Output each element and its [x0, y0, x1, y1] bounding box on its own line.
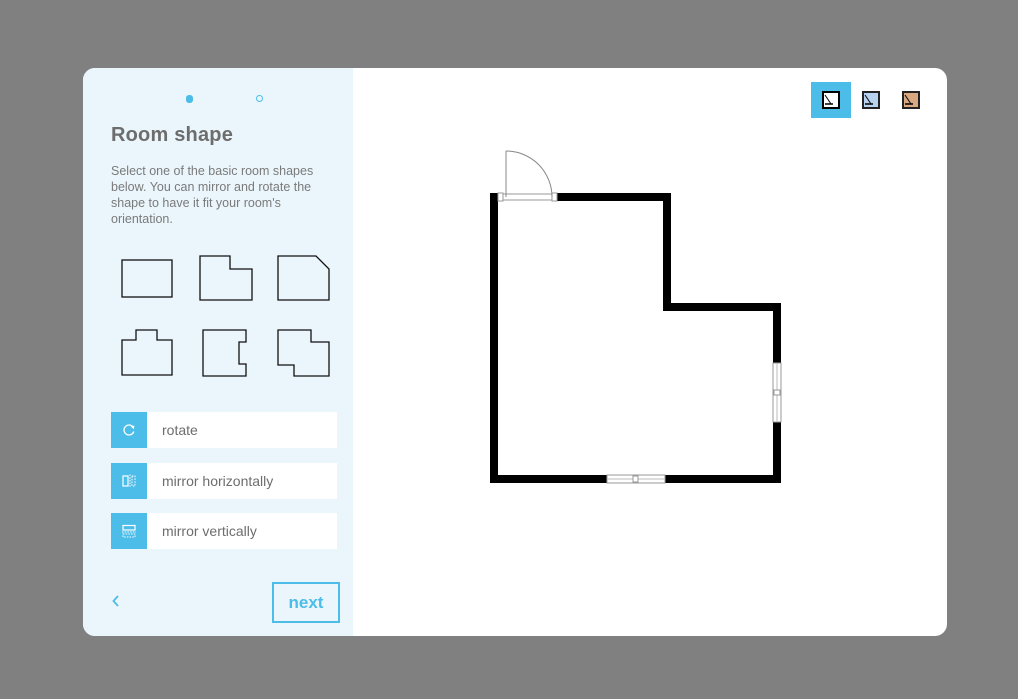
step-dot-inactive [256, 95, 263, 102]
back-button[interactable] [109, 590, 123, 612]
chevron-left-icon [112, 595, 119, 607]
room-floor-plan [490, 150, 782, 484]
shape-grid [111, 248, 343, 388]
shape-rectangle[interactable] [114, 248, 180, 308]
rotate-label: rotate [162, 422, 198, 438]
left-panel: Room shape Select one of the basic room … [83, 68, 353, 636]
window-right [772, 362, 782, 423]
mirror-horizontally-label: mirror horizontally [162, 473, 274, 489]
mirror-horizontally-button[interactable]: mirror horizontally [111, 463, 337, 499]
shape-t[interactable] [114, 323, 180, 383]
panel-title: Room shape [111, 124, 234, 146]
shape-notch-corners[interactable] [273, 323, 339, 383]
rotate-icon [111, 412, 147, 448]
room-shape-dialog: Room shape Select one of the basic room … [83, 68, 947, 636]
mirror-horizontal-icon [111, 463, 147, 499]
mirror-vertically-button[interactable]: mirror vertically [111, 513, 337, 549]
shape-notch-right[interactable] [194, 323, 260, 383]
window-bottom [606, 474, 666, 484]
next-button[interactable]: next [272, 582, 340, 623]
mirror-vertically-label: mirror vertically [162, 523, 257, 539]
step-indicator [83, 95, 353, 105]
room-walls [490, 193, 781, 483]
shape-cut-corner[interactable] [273, 248, 339, 308]
step-dot-active [186, 95, 193, 103]
panel-description: Select one of the basic room shapes belo… [111, 164, 314, 226]
rotate-button[interactable]: rotate [111, 412, 337, 448]
shape-l-notch[interactable] [194, 248, 260, 308]
mirror-vertical-icon [111, 513, 147, 549]
door [497, 150, 558, 202]
floor-plan-canvas [353, 68, 947, 636]
